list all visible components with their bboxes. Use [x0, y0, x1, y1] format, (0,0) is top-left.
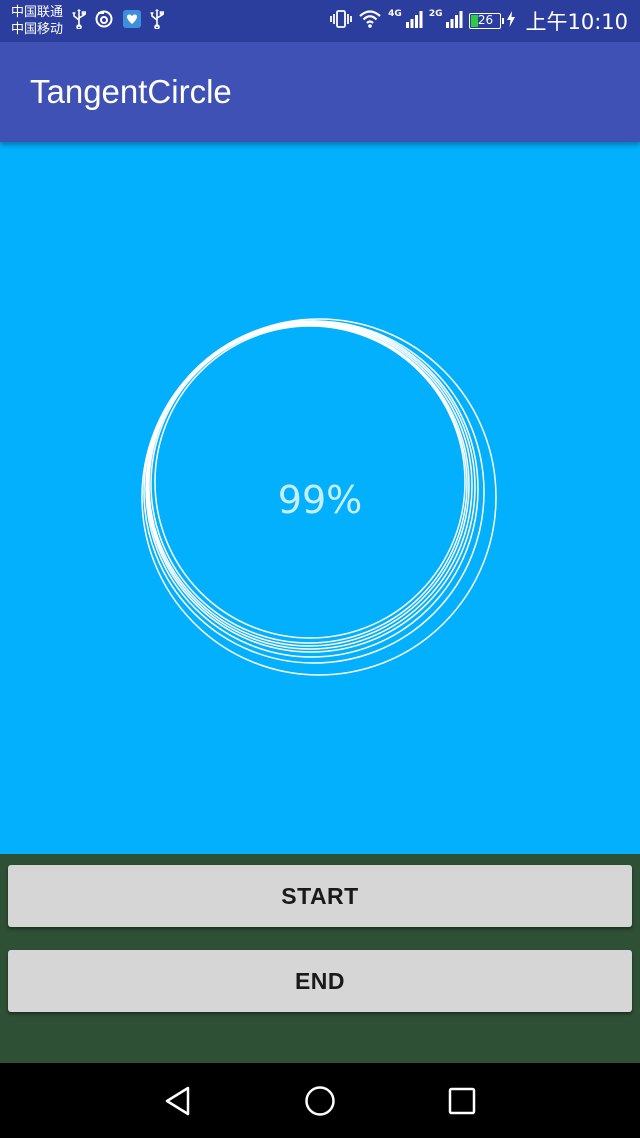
heart-app-icon — [122, 9, 142, 34]
app-bar: TangentCircle — [0, 42, 640, 142]
recents-icon — [448, 1087, 476, 1115]
carrier-1-label: 中国联通 — [11, 5, 64, 20]
home-button[interactable] — [300, 1081, 340, 1121]
end-button[interactable]: END — [8, 950, 632, 1012]
recents-button[interactable] — [442, 1081, 482, 1121]
start-button[interactable]: START — [8, 865, 632, 927]
tangent-circle-view: 99% — [0, 142, 640, 854]
usb-icon — [72, 8, 87, 34]
back-icon — [165, 1086, 190, 1116]
progress-percent-label: 99% — [277, 478, 363, 522]
usb-icon — [150, 8, 165, 34]
signal-2g-icon — [445, 9, 463, 34]
sync-icon — [94, 9, 114, 34]
carrier-2-label: 中国移动 — [11, 22, 64, 37]
charging-icon — [507, 10, 516, 32]
notification-icons — [72, 8, 165, 34]
app-title: TangentCircle — [30, 73, 232, 110]
button-panel: START END — [0, 854, 640, 1063]
network-type-1: 4G — [388, 9, 402, 19]
battery-level-text: 26 — [477, 13, 494, 27]
network-type-2: 2G — [428, 9, 443, 19]
battery-icon: 26 — [469, 13, 505, 29]
back-button[interactable] — [158, 1081, 198, 1121]
home-icon — [305, 1086, 335, 1116]
navigation-bar — [0, 1063, 640, 1138]
wifi-icon — [358, 9, 382, 34]
signal-4g-icon — [405, 9, 423, 34]
clock: 上午10:10 — [525, 10, 628, 34]
carrier-info: 中国联通 中国移动 — [11, 4, 63, 38]
vibrate-icon — [330, 9, 353, 34]
status-bar: 中国联通 中国移动 4G 2G 26 上午10:10 — [0, 0, 640, 42]
system-indicators: 4G 2G 26 上午10:10 — [330, 0, 628, 42]
